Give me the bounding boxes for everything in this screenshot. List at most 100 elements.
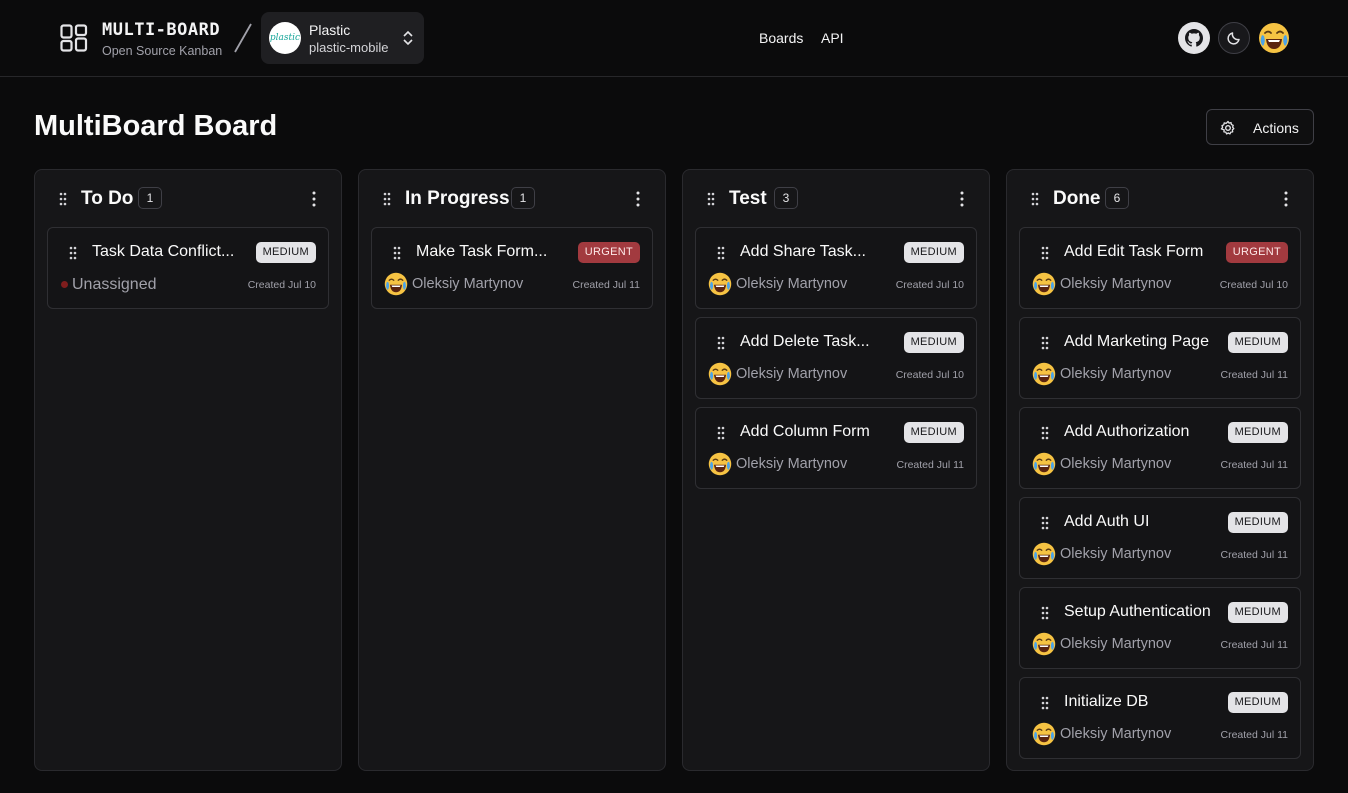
card-created-date: Created Jul 11 bbox=[896, 459, 964, 471]
brand-block[interactable]: MULTI-BOARD Open Source Kanban bbox=[102, 20, 222, 58]
card-assignee: Unassigned bbox=[72, 276, 157, 293]
drag-handle-icon[interactable] bbox=[707, 192, 715, 206]
more-vertical-icon[interactable] bbox=[311, 191, 317, 207]
github-button[interactable] bbox=[1178, 22, 1210, 54]
task-card[interactable]: Add Edit Task Form URGENT Oleksiy Martynov… bbox=[1019, 227, 1301, 309]
priority-badge: MEDIUM bbox=[903, 242, 964, 263]
breadcrumb-separator-icon bbox=[234, 23, 252, 53]
assignee-avatar-emoji bbox=[1032, 632, 1056, 656]
priority-badge: MEDIUM bbox=[1227, 332, 1288, 353]
card-title: Make Task Form... bbox=[416, 243, 548, 260]
board-switcher[interactable]: plastic Plastic plastic-mobile bbox=[261, 12, 424, 64]
card-assignee: Oleksiy Martynov bbox=[1060, 726, 1172, 742]
brand-tagline: Open Source Kanban bbox=[102, 44, 223, 58]
board-logo-icon[interactable] bbox=[60, 24, 88, 52]
org-name: Plastic bbox=[309, 22, 351, 38]
assignee-avatar-emoji bbox=[1032, 362, 1056, 386]
priority-badge: MEDIUM bbox=[1227, 692, 1288, 713]
drag-handle-icon[interactable] bbox=[1041, 516, 1049, 530]
drag-handle-icon[interactable] bbox=[1041, 336, 1049, 350]
card-created-date: Created Jul 10 bbox=[895, 279, 964, 291]
drag-handle-icon[interactable] bbox=[717, 336, 725, 350]
column-in-progress: In Progress 1 Make Task Form... URGENT Oleks… bbox=[358, 169, 666, 771]
task-card[interactable]: Initialize DB MEDIUM Oleksiy Martynov Creat… bbox=[1019, 677, 1301, 759]
card-assignee: Oleksiy Martynov bbox=[1060, 636, 1172, 652]
more-vertical-icon[interactable] bbox=[959, 191, 965, 207]
chevron-up-down-icon bbox=[403, 30, 413, 46]
assignee-avatar-emoji bbox=[708, 272, 732, 296]
card-title: Add Share Task... bbox=[740, 243, 866, 260]
top-navigation-bar: MULTI-BOARD Open Source Kanban plastic P… bbox=[0, 0, 1348, 77]
drag-handle-icon[interactable] bbox=[1041, 246, 1049, 260]
task-card[interactable]: Task Data Conflict... MEDIUM Unassigned Cre… bbox=[47, 227, 329, 309]
card-assignee: Oleksiy Martynov bbox=[736, 276, 848, 292]
assignee-avatar-emoji bbox=[708, 452, 732, 476]
column-count-badge: 1 bbox=[138, 187, 162, 209]
column-to-do: To Do 1 Task Data Conflict... MEDIUM Unassig… bbox=[34, 169, 342, 771]
column-title: Done bbox=[1053, 188, 1101, 209]
card-title: Setup Authentication bbox=[1064, 603, 1211, 620]
page-title: MultiBoard Board bbox=[34, 110, 278, 142]
priority-badge: MEDIUM bbox=[903, 332, 964, 353]
drag-handle-icon[interactable] bbox=[1041, 606, 1049, 620]
assignee-avatar-emoji bbox=[1032, 542, 1056, 566]
nav-boards-link[interactable]: Boards bbox=[759, 30, 803, 46]
more-vertical-icon[interactable] bbox=[635, 191, 641, 207]
card-created-date: Created Jul 11 bbox=[572, 279, 640, 291]
actions-button[interactable]: Actions bbox=[1206, 109, 1314, 145]
gear-icon bbox=[1220, 120, 1235, 135]
priority-badge: MEDIUM bbox=[1227, 512, 1288, 533]
drag-handle-icon[interactable] bbox=[1041, 426, 1049, 440]
column-title: To Do bbox=[81, 188, 134, 209]
column-count-badge: 3 bbox=[774, 187, 798, 209]
task-card[interactable]: Add Delete Task... MEDIUM Oleksiy Martynov… bbox=[695, 317, 977, 399]
brand-name: MULTI-BOARD bbox=[102, 20, 221, 40]
drag-handle-icon[interactable] bbox=[1041, 696, 1049, 710]
column-title: In Progress bbox=[405, 188, 510, 209]
card-created-date: Created Jul 11 bbox=[1220, 369, 1288, 381]
card-title: Task Data Conflict... bbox=[92, 243, 235, 260]
drag-handle-icon[interactable] bbox=[1031, 192, 1039, 206]
user-avatar-emoji[interactable] bbox=[1258, 22, 1290, 54]
drag-handle-icon[interactable] bbox=[717, 426, 725, 440]
task-card[interactable]: Add Auth UI MEDIUM Oleksiy Martynov Created… bbox=[1019, 497, 1301, 579]
task-card[interactable]: Add Column Form MEDIUM Oleksiy Martynov Cre… bbox=[695, 407, 977, 489]
column-title: Test bbox=[729, 188, 767, 209]
assignee-avatar-emoji bbox=[1032, 722, 1056, 746]
task-card[interactable]: Make Task Form... URGENT Oleksiy Martynov C… bbox=[371, 227, 653, 309]
card-created-date: Created Jul 10 bbox=[247, 279, 316, 291]
card-title: Add Auth UI bbox=[1064, 513, 1150, 530]
drag-handle-icon[interactable] bbox=[393, 246, 401, 260]
card-assignee: Oleksiy Martynov bbox=[1060, 276, 1172, 292]
card-title: Add Edit Task Form bbox=[1064, 243, 1204, 260]
card-assignee: Oleksiy Martynov bbox=[736, 456, 848, 472]
card-created-date: Created Jul 10 bbox=[895, 369, 964, 381]
drag-handle-icon[interactable] bbox=[59, 192, 67, 206]
card-created-date: Created Jul 11 bbox=[1220, 639, 1288, 651]
task-card[interactable]: Add Marketing Page MEDIUM Oleksiy Martynov… bbox=[1019, 317, 1301, 399]
card-title: Add Column Form bbox=[740, 423, 870, 440]
drag-handle-icon[interactable] bbox=[69, 246, 77, 260]
column-count-badge: 6 bbox=[1105, 187, 1129, 209]
priority-badge: MEDIUM bbox=[255, 242, 316, 263]
drag-handle-icon[interactable] bbox=[717, 246, 725, 260]
task-card[interactable]: Add Share Task... MEDIUM Oleksiy Martynov C… bbox=[695, 227, 977, 309]
more-vertical-icon[interactable] bbox=[1283, 191, 1289, 207]
card-created-date: Created Jul 11 bbox=[1220, 729, 1288, 741]
card-assignee: Oleksiy Martynov bbox=[1060, 366, 1172, 382]
nav-api-link[interactable]: API bbox=[821, 30, 844, 46]
unassigned-dot-icon bbox=[61, 281, 68, 288]
column-done: Done 6 Add Edit Task Form URGENT Oleksiy Mar… bbox=[1006, 169, 1314, 771]
board-slug: plastic-mobile bbox=[309, 40, 389, 55]
card-created-date: Created Jul 11 bbox=[1220, 459, 1288, 471]
card-title: Add Delete Task... bbox=[740, 333, 870, 350]
drag-handle-icon[interactable] bbox=[383, 192, 391, 206]
assignee-avatar-emoji bbox=[1032, 452, 1056, 476]
theme-toggle-button[interactable] bbox=[1218, 22, 1250, 54]
task-card[interactable]: Add Authorization MEDIUM Oleksiy Martynov C… bbox=[1019, 407, 1301, 489]
task-card[interactable]: Setup Authentication MEDIUM Oleksiy Martyn… bbox=[1019, 587, 1301, 669]
priority-badge: MEDIUM bbox=[903, 422, 964, 443]
card-title: Initialize DB bbox=[1064, 693, 1149, 710]
card-assignee: Oleksiy Martynov bbox=[1060, 456, 1172, 472]
column-count-badge: 1 bbox=[511, 187, 535, 209]
